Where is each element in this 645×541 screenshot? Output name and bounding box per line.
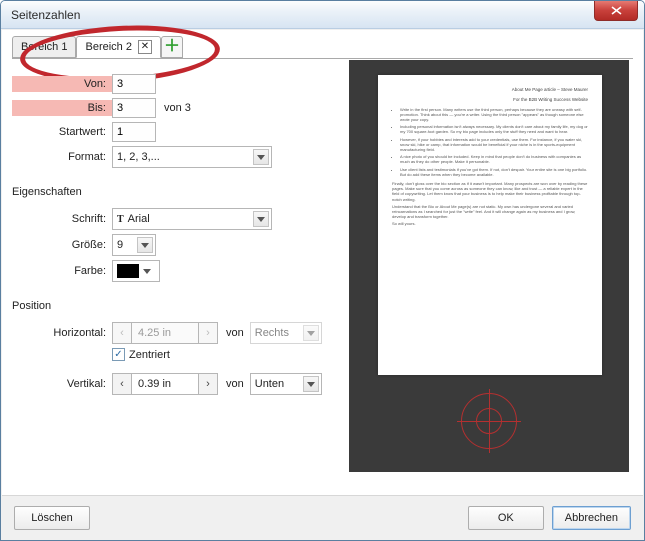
horizontal-anchor-value: Rechts bbox=[255, 327, 289, 339]
start-input[interactable] bbox=[112, 122, 156, 142]
vertical-anchor-select[interactable]: Unten bbox=[250, 373, 322, 395]
font-select[interactable]: T Arial bbox=[112, 208, 272, 230]
size-value: 9 bbox=[117, 239, 123, 251]
checkbox-checked-icon: ✓ bbox=[112, 348, 125, 361]
font-value: Arial bbox=[128, 213, 150, 225]
section-position: Position bbox=[12, 300, 332, 312]
close-icon: ✕ bbox=[141, 42, 149, 52]
cancel-button[interactable]: Abbrechen bbox=[552, 506, 631, 530]
tab-label: Bereich 2 bbox=[85, 41, 131, 53]
title-bar: Seitenzahlen bbox=[1, 1, 644, 29]
tab-close-button[interactable]: ✕ bbox=[138, 40, 152, 54]
tab-add-button[interactable]: ＋ bbox=[161, 36, 183, 58]
centered-checkbox[interactable]: ✓ Zentriert bbox=[112, 348, 170, 361]
preview-list: Write in the first person. Many writers … bbox=[400, 107, 588, 177]
section-properties: Eigenschaften bbox=[12, 186, 332, 198]
label-font: Schrift: bbox=[12, 213, 112, 225]
label-size: Größe: bbox=[12, 239, 112, 251]
format-value: 1, 2, 3,... bbox=[117, 151, 160, 163]
dialog-footer: Löschen OK Abbrechen bbox=[2, 495, 643, 539]
preview-li: Write in the first person. Many writers … bbox=[400, 107, 588, 123]
chevron-down-icon bbox=[137, 237, 153, 253]
preview-li: Including personal information isn't alw… bbox=[400, 124, 588, 134]
chevron-down-icon bbox=[303, 325, 319, 341]
label-format: Format: bbox=[12, 151, 112, 163]
preview-li: Use client lists and testimonials if you… bbox=[400, 167, 588, 177]
vertical-anchor-value: Unten bbox=[255, 378, 284, 390]
format-select[interactable]: 1, 2, 3,... bbox=[112, 146, 272, 168]
total-pages-text: von 3 bbox=[164, 102, 191, 114]
label-v-of: von bbox=[226, 378, 244, 390]
preview-li: A nice photo of you should be included. … bbox=[400, 154, 588, 164]
preview-li: However, if your hobbies and interests a… bbox=[400, 137, 588, 153]
tab-range-2[interactable]: Bereich 2 ✕ bbox=[76, 36, 160, 58]
dialog-content: Bereich 1 Bereich 2 ✕ ＋ Von: Bis: vo bbox=[2, 30, 643, 539]
horizontal-value: 4.25 in bbox=[132, 322, 198, 344]
window-close-button[interactable] bbox=[594, 1, 638, 21]
font-icon: T bbox=[117, 214, 124, 225]
label-h-of: von bbox=[226, 327, 244, 339]
preview-heading-1: About Me Page article – Steve Maurer bbox=[392, 87, 588, 93]
window-title: Seitenzahlen bbox=[11, 8, 80, 22]
plus-icon: ＋ bbox=[164, 39, 180, 55]
from-input[interactable] bbox=[112, 74, 156, 94]
chevron-down-icon bbox=[253, 211, 269, 227]
color-select[interactable] bbox=[112, 260, 160, 282]
chevron-down-icon bbox=[303, 376, 319, 392]
label-start: Startwert: bbox=[12, 126, 112, 138]
horizontal-anchor-select: Rechts bbox=[250, 322, 322, 344]
range-tabs: Bereich 1 Bereich 2 ✕ ＋ bbox=[12, 36, 183, 58]
label-color: Farbe: bbox=[12, 265, 112, 277]
close-icon bbox=[611, 6, 622, 15]
delete-button[interactable]: Löschen bbox=[14, 506, 90, 530]
preview-para: Finally, don't gloss over the bio sectio… bbox=[392, 181, 588, 202]
form-area: Von: Bis: von 3 Startwert: Format: 1, 2,… bbox=[12, 74, 332, 399]
spin-down-button: ‹ bbox=[112, 322, 132, 344]
vertical-value[interactable]: 0.39 in bbox=[132, 373, 198, 395]
centered-label: Zentriert bbox=[129, 349, 170, 361]
tab-label: Bereich 1 bbox=[21, 41, 67, 53]
spin-up-button[interactable]: › bbox=[198, 373, 218, 395]
ok-button[interactable]: OK bbox=[468, 506, 544, 530]
preview-para: Understand that the Bio or About Me page… bbox=[392, 204, 588, 220]
position-target-marker bbox=[461, 393, 517, 449]
preview-para: So will yours. bbox=[392, 221, 588, 226]
spin-down-button[interactable]: ‹ bbox=[112, 373, 132, 395]
vertical-spinner: ‹ 0.39 in › bbox=[112, 373, 218, 395]
to-input[interactable] bbox=[112, 98, 156, 118]
label-to: Bis: bbox=[12, 100, 112, 116]
color-swatch bbox=[117, 264, 139, 278]
spin-up-button: › bbox=[198, 322, 218, 344]
label-horizontal: Horizontal: bbox=[12, 327, 112, 339]
preview-page: About Me Page article – Steve Maurer For… bbox=[378, 75, 602, 375]
dialog-window: Seitenzahlen Bereich 1 Bereich 2 ✕ ＋ Vo bbox=[0, 0, 645, 541]
chevron-down-icon bbox=[253, 149, 269, 165]
tab-range-1[interactable]: Bereich 1 bbox=[12, 36, 76, 58]
size-select[interactable]: 9 bbox=[112, 234, 156, 256]
preview-heading-2: For the B2B Writing Success Website bbox=[392, 97, 588, 103]
chevron-down-icon bbox=[143, 269, 151, 274]
horizontal-spinner: ‹ 4.25 in › bbox=[112, 322, 218, 344]
tab-underline bbox=[12, 58, 633, 59]
label-vertical: Vertikal: bbox=[12, 378, 112, 390]
page-preview: About Me Page article – Steve Maurer For… bbox=[349, 60, 629, 472]
label-from: Von: bbox=[12, 76, 112, 92]
